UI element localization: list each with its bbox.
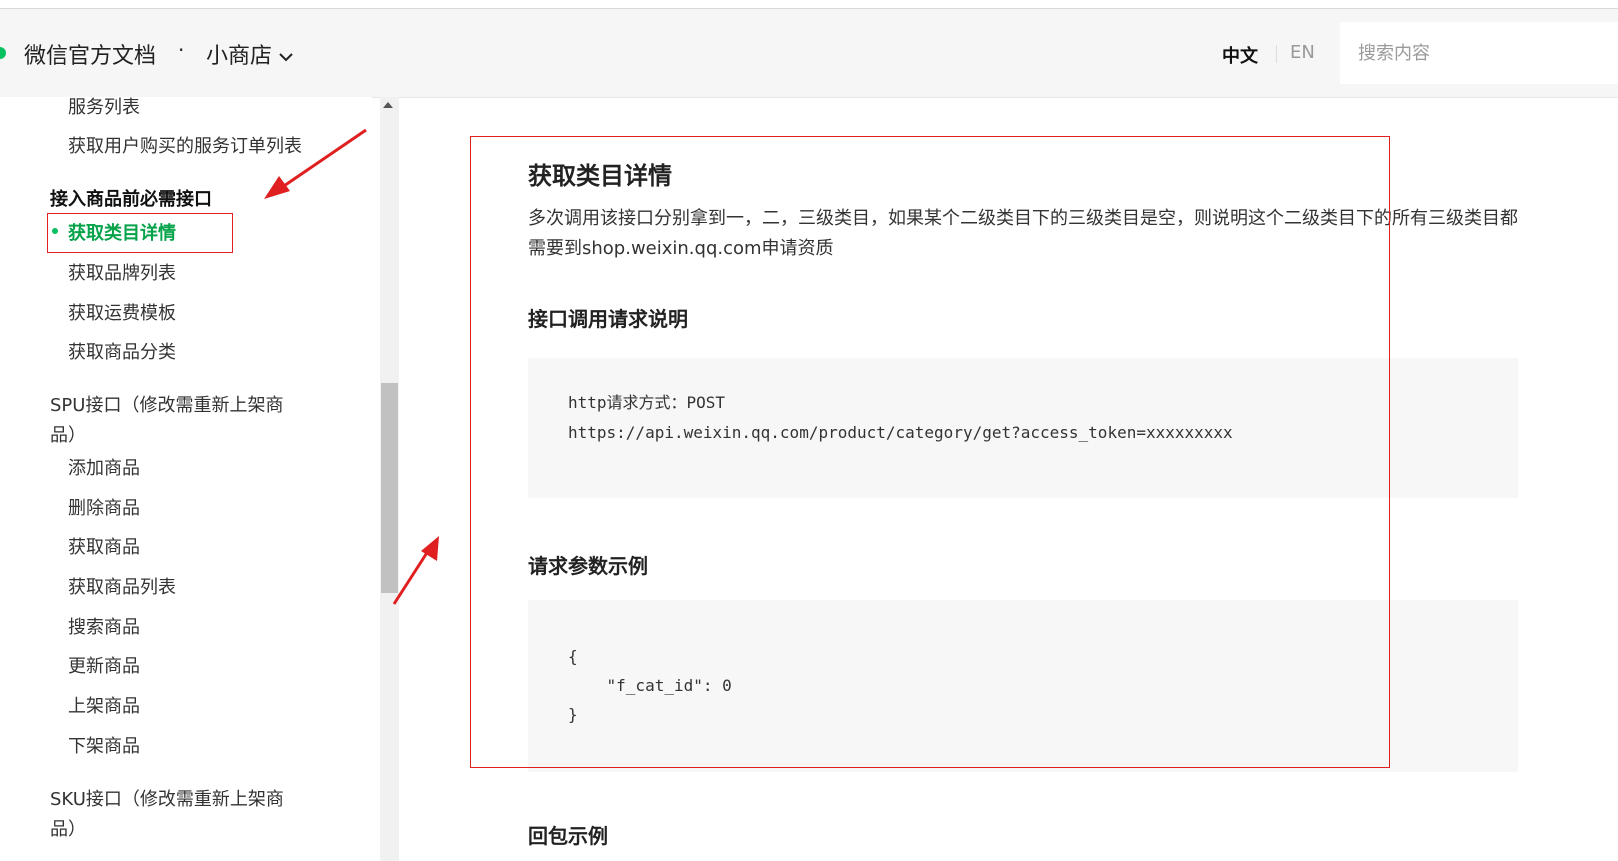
lang-divider xyxy=(1276,45,1277,63)
sidebar-scroll-thumb[interactable] xyxy=(381,383,398,593)
params-code-block: { "f_cat_id": 0 } xyxy=(528,600,1518,772)
params-heading: 请求参数示例 xyxy=(528,554,648,578)
request-heading: 接口调用请求说明 xyxy=(528,307,688,331)
product-switcher[interactable]: 小商店 xyxy=(206,38,294,70)
wechat-logo-icon xyxy=(0,47,6,59)
scroll-up-arrow-icon[interactable] xyxy=(383,102,393,108)
code-line: } xyxy=(568,705,578,724)
product-label: 小商店 xyxy=(206,44,273,69)
sidebar-item-goods-category[interactable]: 获取商品分类 xyxy=(68,338,176,364)
search-input[interactable] xyxy=(1340,22,1618,84)
sidebar-group-sku-cont: 品） xyxy=(50,819,86,840)
sidebar-item-delete-goods[interactable]: 删除商品 xyxy=(68,494,140,520)
sidebar-item-service-orders[interactable]: 获取用户购买的服务订单列表 xyxy=(68,132,302,158)
code-line: { xyxy=(568,647,578,666)
sidebar-item-list-goods[interactable]: 上架商品 xyxy=(68,692,140,718)
active-bullet-icon xyxy=(52,228,58,234)
sidebar-nav: 服务列表 获取用户购买的服务订单列表 接入商品前必需接口 获取类目详情 获取品牌… xyxy=(0,97,372,861)
sidebar-item-brand-list[interactable]: 获取品牌列表 xyxy=(68,259,176,285)
annotation-arrow-icon xyxy=(392,536,439,605)
sidebar-group-spu[interactable]: SPU接口（修改需重新上架商 xyxy=(50,391,283,417)
code-line: http请求方式：POST xyxy=(568,393,726,412)
code-line: "f_cat_id": 0 xyxy=(568,676,732,695)
sidebar-item-get-goods[interactable]: 获取商品 xyxy=(68,533,140,559)
sidebar-item-service-list[interactable]: 服务列表 xyxy=(68,97,140,119)
site-title[interactable]: 微信官方文档 xyxy=(24,38,156,70)
window-top-edge xyxy=(0,0,1618,9)
chevron-down-icon xyxy=(279,53,293,62)
sidebar-group-sku[interactable]: SKU接口（修改需重新上架商 xyxy=(50,785,284,811)
sidebar-item-delist-goods[interactable]: 下架商品 xyxy=(68,732,140,758)
sidebar-item-add-goods[interactable]: 添加商品 xyxy=(68,454,140,480)
code-line: https://api.weixin.qq.com/product/catego… xyxy=(568,423,1233,442)
sidebar-item-freight-template[interactable]: 获取运费模板 xyxy=(68,299,176,325)
request-code-block: http请求方式：POST https://api.weixin.qq.com/… xyxy=(528,358,1518,498)
sidebar-item-update-goods[interactable]: 更新商品 xyxy=(68,652,140,678)
sidebar-item-get-category[interactable]: 获取类目详情 xyxy=(68,219,176,245)
page-description: 多次调用该接口分别拿到一，二，三级类目，如果某个二级类目下的三级类目是空，则说明… xyxy=(528,208,1518,259)
top-header: 微信官方文档 · 小商店 中文 EN xyxy=(0,9,1618,98)
title-separator: · xyxy=(178,38,185,62)
lang-english[interactable]: EN xyxy=(1290,42,1315,63)
sidebar-group-prerequisite[interactable]: 接入商品前必需接口 xyxy=(50,185,212,211)
response-heading: 回包示例 xyxy=(528,824,608,848)
page-title: 获取类目详情 xyxy=(528,162,672,190)
sidebar-group-spu-cont: 品） xyxy=(50,425,86,446)
sidebar-item-search-goods[interactable]: 搜索商品 xyxy=(68,613,140,639)
sidebar-item-goods-list[interactable]: 获取商品列表 xyxy=(68,573,176,599)
lang-chinese[interactable]: 中文 xyxy=(1222,42,1258,68)
